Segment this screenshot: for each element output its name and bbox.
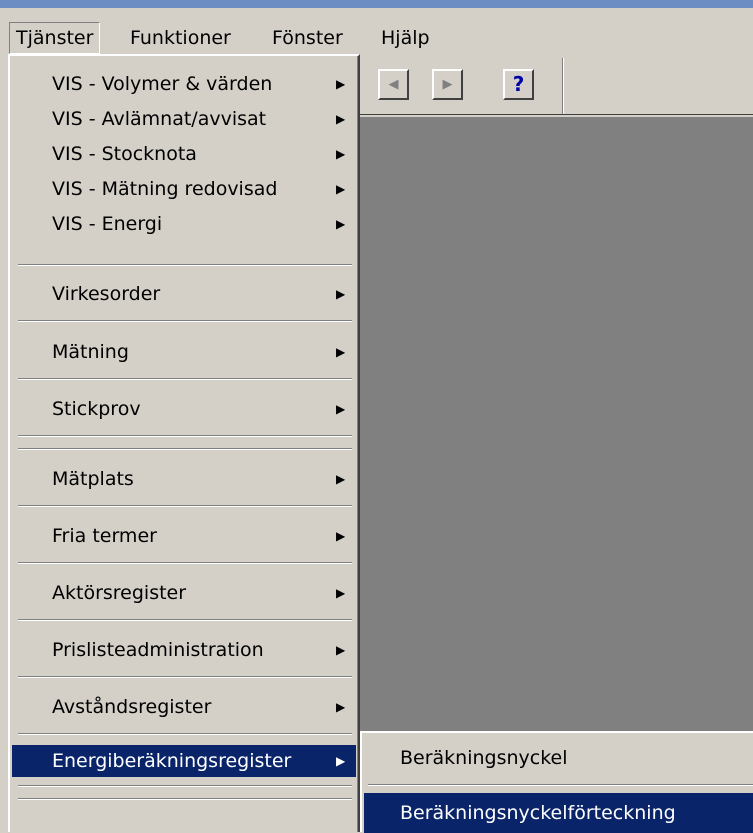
submenu-item-label: Beräkningsnyckel [400,747,568,769]
energiberakningsregister-submenu: Beräkningsnyckel Beräkningsnyckelförteck… [360,731,753,833]
submenu-item-label: Beräkningsnyckelförteckning [400,802,676,824]
menu-item-vis-volymer[interactable]: VIS - Volymer & värden ▶ [12,68,356,100]
submenu-arrow-icon: ▶ [336,700,346,714]
forward-button[interactable]: ▶ [432,69,463,100]
menu-item-label: VIS - Energi [52,213,163,235]
menu-separator [18,676,352,678]
help-button[interactable]: ? [503,69,534,100]
menu-item-avstandsregister[interactable]: Avståndsregister ▶ [12,691,356,723]
submenu-arrow-icon: ▶ [336,112,346,126]
menu-item-label: Mätplats [52,468,134,490]
back-button[interactable]: ◀ [378,69,409,100]
tjanster-dropdown-menu: VIS - Volymer & värden ▶ VIS - Avlämnat/… [8,54,360,832]
menu-separator [18,562,352,564]
arrow-right-icon: ▶ [442,77,453,92]
submenu-arrow-icon: ▶ [336,287,346,301]
arrow-left-icon: ◀ [388,77,399,92]
menu-hjalp[interactable]: Hjälp [375,22,436,54]
menu-item-vis-stocknota[interactable]: VIS - Stocknota ▶ [12,138,356,170]
submenu-arrow-icon: ▶ [336,147,346,161]
menu-separator [18,619,352,621]
menu-separator [18,378,352,380]
submenu-arrow-icon: ▶ [336,643,346,657]
menu-item-vis-energi[interactable]: VIS - Energi ▶ [12,208,356,240]
submenu-arrow-icon: ▶ [336,472,346,486]
menu-item-matplats[interactable]: Mätplats ▶ [12,463,356,495]
menu-item-label: Avståndsregister [52,696,212,718]
menu-item-label: Stickprov [52,398,141,420]
submenu-arrow-icon: ▶ [336,77,346,91]
menu-funktioner[interactable]: Funktioner [124,22,237,54]
submenu-arrow-icon: ▶ [336,345,346,359]
help-question-icon: ? [512,72,525,96]
menu-item-label: Virkesorder [52,283,161,305]
menu-item-stickprov[interactable]: Stickprov ▶ [12,393,356,425]
menu-separator [18,264,352,266]
menu-separator [18,448,352,450]
menu-item-label: Fria termer [52,525,157,547]
submenu-separator [368,784,753,786]
submenu-arrow-icon: ▶ [336,529,346,543]
submenu-item-berakningsnyckel[interactable]: Beräkningsnyckel [364,738,753,778]
menu-item-label: VIS - Volymer & värden [52,73,273,95]
menu-separator [18,320,352,322]
menu-item-label: Energiberäkningsregister [52,750,292,772]
menu-item-label: Prislisteadministration [52,639,264,661]
submenu-item-berakningsnyckelforteckning[interactable]: Beräkningsnyckelförteckning [364,793,753,833]
toolbar [360,54,753,114]
submenu-arrow-icon: ▶ [336,217,346,231]
menu-separator [18,733,352,735]
menu-separator [18,505,352,507]
menu-fonster[interactable]: Fönster [266,22,349,54]
menu-item-vis-matning[interactable]: VIS - Mätning redovisad ▶ [12,173,356,205]
title-bar-strip [0,0,753,8]
menu-item-label: Aktörsregister [52,582,187,604]
menu-separator [18,435,352,437]
mdi-workspace [360,117,753,832]
menu-item-prislisteadministration[interactable]: Prislisteadministration ▶ [12,634,356,666]
menu-separator [18,798,352,800]
toolbar-separator [562,58,564,114]
menu-item-label: VIS - Stocknota [52,143,197,165]
submenu-arrow-icon: ▶ [336,182,346,196]
menu-item-aktorsregister[interactable]: Aktörsregister ▶ [12,577,356,609]
menu-item-virkesorder[interactable]: Virkesorder ▶ [12,278,356,310]
menu-item-energiberakningsregister[interactable]: Energiberäkningsregister ▶ [12,745,356,777]
submenu-arrow-icon: ▶ [336,754,346,768]
menu-item-label: Mätning [52,341,129,363]
menu-bar: Tjänster Funktioner Fönster Hjälp [0,8,753,54]
menu-item-label: VIS - Mätning redovisad [52,178,278,200]
submenu-arrow-icon: ▶ [336,402,346,416]
menu-item-matning[interactable]: Mätning ▶ [12,336,356,368]
submenu-arrow-icon: ▶ [336,586,346,600]
menu-separator [18,785,352,787]
menu-item-fria-termer[interactable]: Fria termer ▶ [12,520,356,552]
menu-item-label: VIS - Avlämnat/avvisat [52,108,267,130]
menu-tjanster[interactable]: Tjänster [9,22,101,54]
menu-item-vis-avlamnat[interactable]: VIS - Avlämnat/avvisat ▶ [12,103,356,135]
